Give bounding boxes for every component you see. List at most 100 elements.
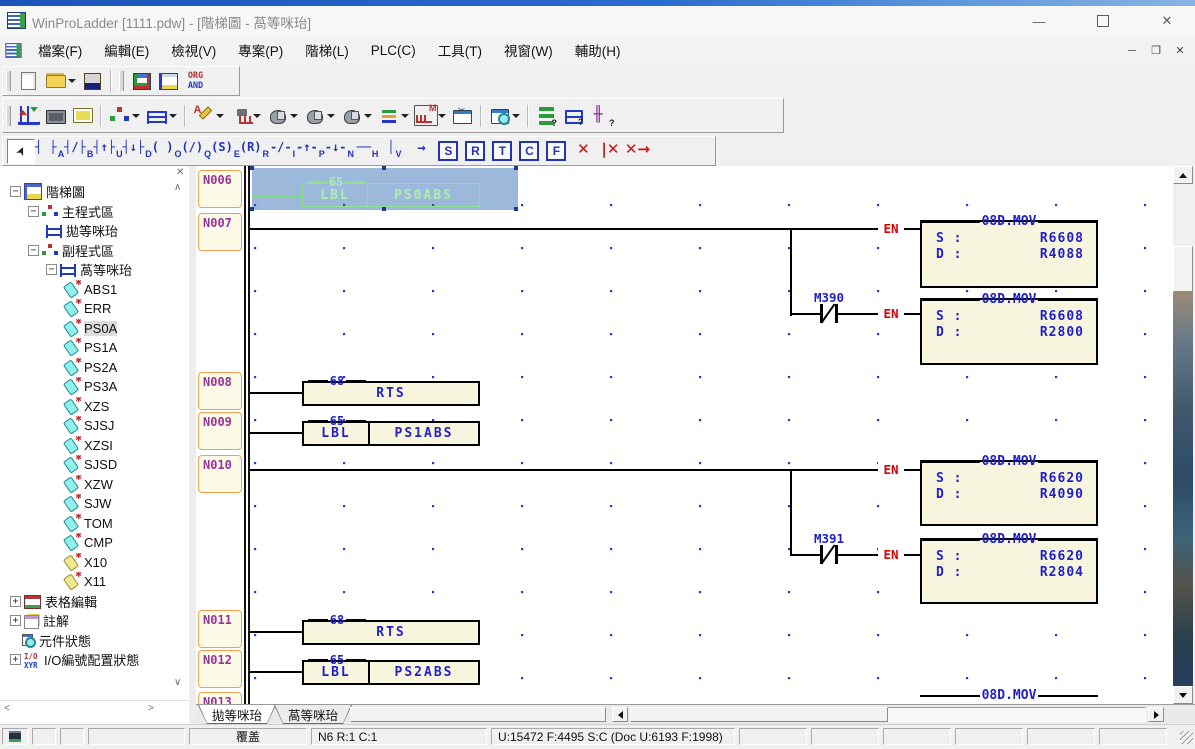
selection-handle[interactable] xyxy=(250,207,254,211)
selection-handle[interactable] xyxy=(382,207,386,211)
dropdown-icon[interactable] xyxy=(169,114,177,118)
tree-item-sub-program[interactable]: 副程式區 xyxy=(2,241,174,261)
menu-help[interactable]: 輔助(H) xyxy=(564,36,632,64)
network-label-n013[interactable]: N013 xyxy=(198,692,242,704)
element-status-button[interactable] xyxy=(533,104,560,128)
selection-handle[interactable] xyxy=(514,166,518,170)
tree-item-label[interactable]: PS1A xyxy=(2,338,174,358)
maximize-button[interactable] xyxy=(1080,8,1126,34)
horizontal-scroll-thumb[interactable] xyxy=(630,707,888,722)
tree-item-label[interactable]: TOM xyxy=(2,514,174,534)
selection-handle[interactable] xyxy=(382,166,386,170)
tree-scroll-right-icon[interactable]: > xyxy=(148,704,154,714)
selection-handle[interactable] xyxy=(250,166,254,170)
mdi-restore-icon[interactable]: ❐ xyxy=(1146,43,1166,58)
contact-d-tool[interactable]: ┤↓├D xyxy=(123,138,152,164)
rts-block[interactable]: 68 RTS xyxy=(302,620,480,645)
collapse-icon[interactable] xyxy=(10,186,21,197)
expand-icon[interactable] xyxy=(10,596,21,607)
new-file-button[interactable] xyxy=(15,69,42,93)
edit-comment-button[interactable] xyxy=(190,104,217,128)
menu-project[interactable]: 專案(P) xyxy=(227,36,294,64)
coil-o-tool[interactable]: ( )O xyxy=(152,138,182,164)
delete-vline-tool[interactable]: |✕ xyxy=(597,138,624,164)
toolbar-grip[interactable] xyxy=(6,71,11,91)
lbl-block-ps0abs[interactable]: 65 LBL PS0ABS xyxy=(302,183,480,207)
mdi-minimize-icon[interactable]: ─ xyxy=(1122,43,1142,58)
selection-handle[interactable] xyxy=(514,207,518,211)
delete-element-tool[interactable]: ✕ xyxy=(570,138,597,164)
network-label-n008[interactable]: N008 xyxy=(198,372,242,410)
tree-item-label[interactable]: X11 xyxy=(2,572,174,592)
contact-b-tool[interactable]: ┤/├B xyxy=(64,138,93,164)
horizontal-line-tool[interactable]: ──H xyxy=(354,138,381,164)
resize-grip[interactable] xyxy=(1180,731,1193,744)
tree-item-label[interactable]: X10 xyxy=(2,553,174,573)
expand-icon[interactable] xyxy=(10,615,21,626)
close-button[interactable]: ✕ xyxy=(1144,8,1190,34)
motor-config-button[interactable] xyxy=(264,104,291,128)
tree-item-table-edit[interactable]: 表格編輯 xyxy=(2,592,174,612)
motor-monitor-button[interactable] xyxy=(301,104,328,128)
tree-item-ladder-diagram[interactable]: 階梯圖 xyxy=(2,182,174,202)
network-label-n010[interactable]: N010 xyxy=(198,455,242,493)
dropdown-icon[interactable] xyxy=(438,114,446,118)
tree-item-label[interactable]: XZW xyxy=(2,475,174,495)
tree-scroll-down-icon[interactable]: ∨ xyxy=(174,678,181,688)
falling-edge-tool[interactable]: -↓-N xyxy=(325,138,354,164)
dropdown-icon[interactable] xyxy=(364,114,372,118)
org-and-view-button[interactable]: ORG AND xyxy=(182,69,209,93)
tree-item-label[interactable]: ERR xyxy=(2,299,174,319)
nc-contact[interactable] xyxy=(835,304,838,323)
collapse-icon[interactable] xyxy=(28,245,39,256)
vertical-scroll-thumb[interactable] xyxy=(1173,246,1193,292)
expand-icon[interactable] xyxy=(10,654,21,665)
network-label-n007[interactable]: N007 xyxy=(198,213,242,251)
collapse-icon[interactable] xyxy=(46,264,57,275)
motor-run-button[interactable] xyxy=(338,104,365,128)
mov-block[interactable]: 08D.MOV S :R6620 D :R4090 xyxy=(920,460,1098,526)
dropdown-icon[interactable] xyxy=(401,114,409,118)
rising-edge-tool[interactable]: -↑-P xyxy=(296,138,325,164)
tree-item-label[interactable]: PS2A xyxy=(2,358,174,378)
arrow-tool[interactable]: → xyxy=(408,138,435,164)
tree-item-label[interactable]: CMP xyxy=(2,533,174,553)
tree-item-sub-unit[interactable]: 萵等咪珆 xyxy=(2,260,174,280)
mov-block[interactable]: 08D.MOV S :R6608 D :R2800 xyxy=(920,298,1098,365)
vertical-scrollbar[interactable] xyxy=(1173,166,1193,704)
tree-item-io-config[interactable]: I/OXYRI/O編號配置狀態 xyxy=(2,650,174,670)
menu-view[interactable]: 檢視(V) xyxy=(160,36,227,64)
monitor-wave-button[interactable] xyxy=(412,104,439,128)
dropdown-icon[interactable] xyxy=(512,114,520,118)
open-file-button[interactable] xyxy=(42,69,69,93)
project-structure-button[interactable] xyxy=(106,104,133,128)
open-dropdown-icon[interactable] xyxy=(68,79,76,83)
tree-item-label[interactable]: ABS1 xyxy=(2,280,174,300)
hscroll-left-button[interactable] xyxy=(612,707,628,722)
ladder-window-button[interactable] xyxy=(155,69,182,93)
tab-sub-unit[interactable]: 萵等咪珆 xyxy=(274,705,352,724)
mov-block[interactable]: 08D.MOV S :R6620 D :R2804 xyxy=(920,538,1098,604)
contact-query-button[interactable] xyxy=(587,104,614,128)
tree-item-label[interactable]: SJSJ xyxy=(2,416,174,436)
lbl-block-ps1abs[interactable]: 65 LBL PS1ABS xyxy=(302,421,480,446)
menu-plc[interactable]: PLC(C) xyxy=(360,36,427,64)
tree-item-label[interactable]: SJSD xyxy=(2,455,174,475)
tree-item-label[interactable]: SJW xyxy=(2,494,174,514)
menu-edit[interactable]: 編輯(E) xyxy=(93,36,160,64)
rts-block[interactable]: 68 RTS xyxy=(302,381,480,406)
reference-book-button[interactable] xyxy=(69,104,96,128)
collapse-icon[interactable] xyxy=(28,206,39,217)
contact-a-tool[interactable]: ┤ ├A xyxy=(35,138,64,164)
dropdown-icon[interactable] xyxy=(253,114,261,118)
tree-item-label[interactable]: PS3A xyxy=(2,377,174,397)
panel-close-icon[interactable]: ✕ xyxy=(176,168,184,178)
step-s-tool[interactable]: S xyxy=(435,138,462,164)
tree-item-main-program[interactable]: 主程式區 xyxy=(2,202,174,222)
nc-contact[interactable] xyxy=(835,545,838,564)
hscroll-right-button[interactable] xyxy=(1148,707,1164,722)
mdi-close-icon[interactable]: ✕ xyxy=(1170,43,1190,58)
tree-item-component-status[interactable]: 元件狀態 xyxy=(2,631,174,651)
mov-block[interactable]: 08D.MOV S :R6608 D :R4088 xyxy=(920,220,1098,288)
menu-ladder[interactable]: 階梯(L) xyxy=(294,36,360,64)
